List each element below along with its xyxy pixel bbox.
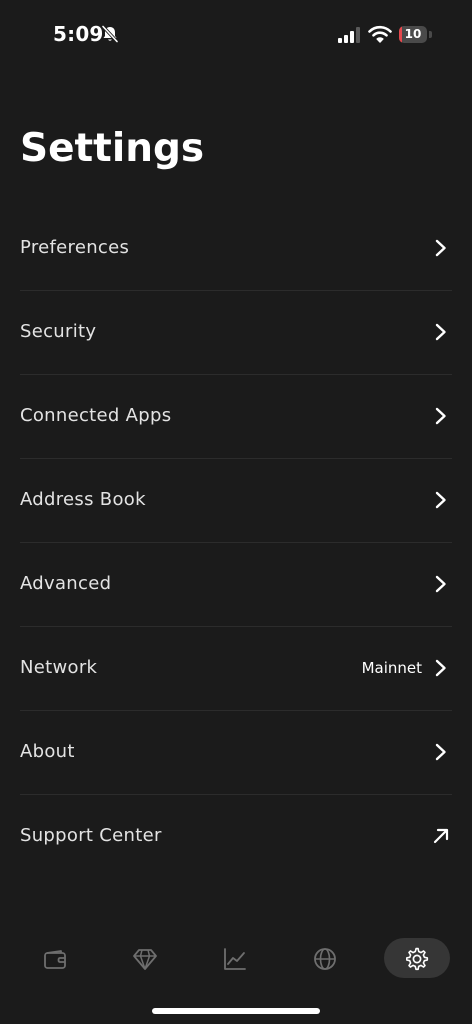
settings-row-preferences[interactable]: Preferences — [0, 206, 472, 290]
settings-row-label: Address Book — [20, 489, 146, 510]
settings-row-security[interactable]: Security — [0, 290, 472, 374]
network-value: Mainnet — [361, 659, 422, 677]
chevron-right-icon — [435, 407, 446, 425]
page-title: Settings — [20, 126, 205, 171]
settings-list: Preferences Security Connected Apps Addr… — [0, 206, 472, 878]
chevron-right-icon — [435, 659, 446, 677]
bell-slash-icon — [101, 24, 119, 44]
battery-cap — [429, 31, 432, 38]
battery-level: 10 — [404, 27, 422, 41]
tab-browser[interactable] — [292, 938, 358, 978]
diamond-icon — [133, 949, 157, 970]
wifi-icon — [368, 25, 392, 43]
settings-row-label: Preferences — [20, 237, 130, 258]
settings-row-about[interactable]: About — [0, 710, 472, 794]
settings-row-advanced[interactable]: Advanced — [0, 542, 472, 626]
chevron-right-icon — [435, 491, 446, 509]
settings-row-label: About — [20, 741, 75, 762]
cellular-signal-icon — [338, 27, 360, 43]
chevron-right-icon — [435, 575, 446, 593]
settings-row-label: Support Center — [20, 825, 162, 846]
settings-row-network[interactable]: Network Mainnet — [0, 626, 472, 710]
globe-icon — [314, 948, 336, 970]
settings-row-address-book[interactable]: Address Book — [0, 458, 472, 542]
tab-bar — [0, 938, 472, 980]
settings-row-label: Security — [20, 321, 97, 342]
chevron-right-icon — [435, 323, 446, 341]
tab-settings[interactable] — [384, 938, 450, 978]
settings-row-label: Advanced — [20, 573, 112, 594]
gear-icon — [405, 947, 429, 971]
settings-row-connected-apps[interactable]: Connected Apps — [0, 374, 472, 458]
external-link-arrow-icon — [433, 828, 449, 844]
settings-row-label: Connected Apps — [20, 405, 172, 426]
settings-row-label: Network — [20, 657, 98, 678]
chevron-right-icon — [435, 743, 446, 761]
tab-collectibles[interactable] — [112, 938, 178, 978]
settings-row-support-center[interactable]: Support Center — [0, 794, 472, 878]
chevron-right-icon — [435, 239, 446, 257]
tab-wallet[interactable] — [22, 938, 88, 978]
tab-markets[interactable] — [202, 938, 268, 978]
battery-icon: 10 — [399, 26, 427, 43]
chart-icon — [224, 948, 246, 970]
status-bar: 5:09 10 — [0, 0, 472, 70]
status-time: 5:09 — [53, 22, 104, 46]
home-indicator[interactable] — [152, 1008, 320, 1014]
wallet-icon — [44, 950, 66, 969]
